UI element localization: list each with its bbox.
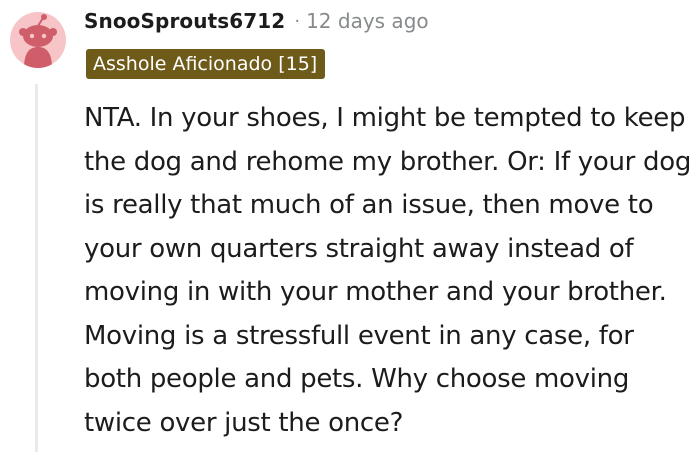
meta-separator: ·: [294, 10, 301, 32]
comment-timestamp[interactable]: 12 days ago: [306, 9, 429, 33]
comment-header: SnooSprouts6712 · 12 days ago: [84, 6, 429, 36]
comment: SnooSprouts6712 · 12 days ago Asshole Af…: [0, 0, 700, 452]
user-avatar[interactable]: [10, 12, 66, 68]
username-link[interactable]: SnooSprouts6712: [84, 9, 285, 33]
user-flair: Asshole Aficionado [15]: [86, 49, 326, 79]
thread-line[interactable]: [35, 84, 38, 452]
comment-body: NTA. In your shoes, I might be tempted t…: [84, 103, 692, 438]
snoo-avatar-icon: [10, 12, 66, 68]
